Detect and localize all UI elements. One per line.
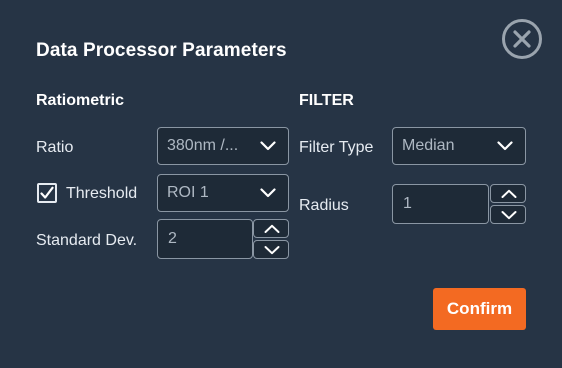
- threshold-label: Threshold: [66, 185, 138, 202]
- decrement-button[interactable]: [490, 205, 526, 224]
- ratio-select-value: 380nm /...: [167, 137, 239, 154]
- chevron-up-icon: [501, 189, 517, 198]
- chevron-up-icon: [264, 224, 280, 233]
- confirm-button[interactable]: Confirm: [433, 288, 526, 330]
- threshold-roi-select[interactable]: ROI 1: [157, 174, 289, 212]
- chevron-down-icon: [264, 246, 280, 255]
- standard-dev-input[interactable]: 2: [157, 219, 253, 259]
- radius-input[interactable]: 1: [392, 184, 489, 224]
- radius-stepper: [490, 184, 526, 224]
- chevron-down-icon: [260, 141, 276, 151]
- standard-dev-label: Standard Dev.: [36, 232, 138, 249]
- increment-button[interactable]: [253, 219, 289, 238]
- dialog-title: Data Processor Parameters: [36, 40, 287, 61]
- ratio-label: Ratio: [36, 139, 74, 156]
- radius-label: Radius: [299, 197, 349, 214]
- chevron-down-icon: [497, 141, 513, 151]
- chevron-down-icon: [260, 188, 276, 198]
- filter-type-label: Filter Type: [299, 139, 374, 156]
- standard-dev-stepper: [253, 219, 289, 259]
- chevron-down-icon: [501, 211, 517, 220]
- filter-type-select[interactable]: Median: [392, 127, 526, 165]
- data-processor-dialog: Data Processor Parameters Ratiometric Ra…: [0, 0, 562, 368]
- ratio-select[interactable]: 380nm /...: [157, 127, 289, 165]
- threshold-select-value: ROI 1: [167, 184, 209, 201]
- decrement-button[interactable]: [253, 240, 289, 259]
- filter-type-value: Median: [402, 137, 455, 154]
- close-icon[interactable]: [501, 18, 543, 60]
- checkmark-icon: [40, 186, 54, 199]
- filter-heading: FILTER: [299, 92, 354, 109]
- increment-button[interactable]: [490, 184, 526, 203]
- ratiometric-heading: Ratiometric: [36, 92, 125, 109]
- threshold-checkbox[interactable]: [37, 183, 57, 203]
